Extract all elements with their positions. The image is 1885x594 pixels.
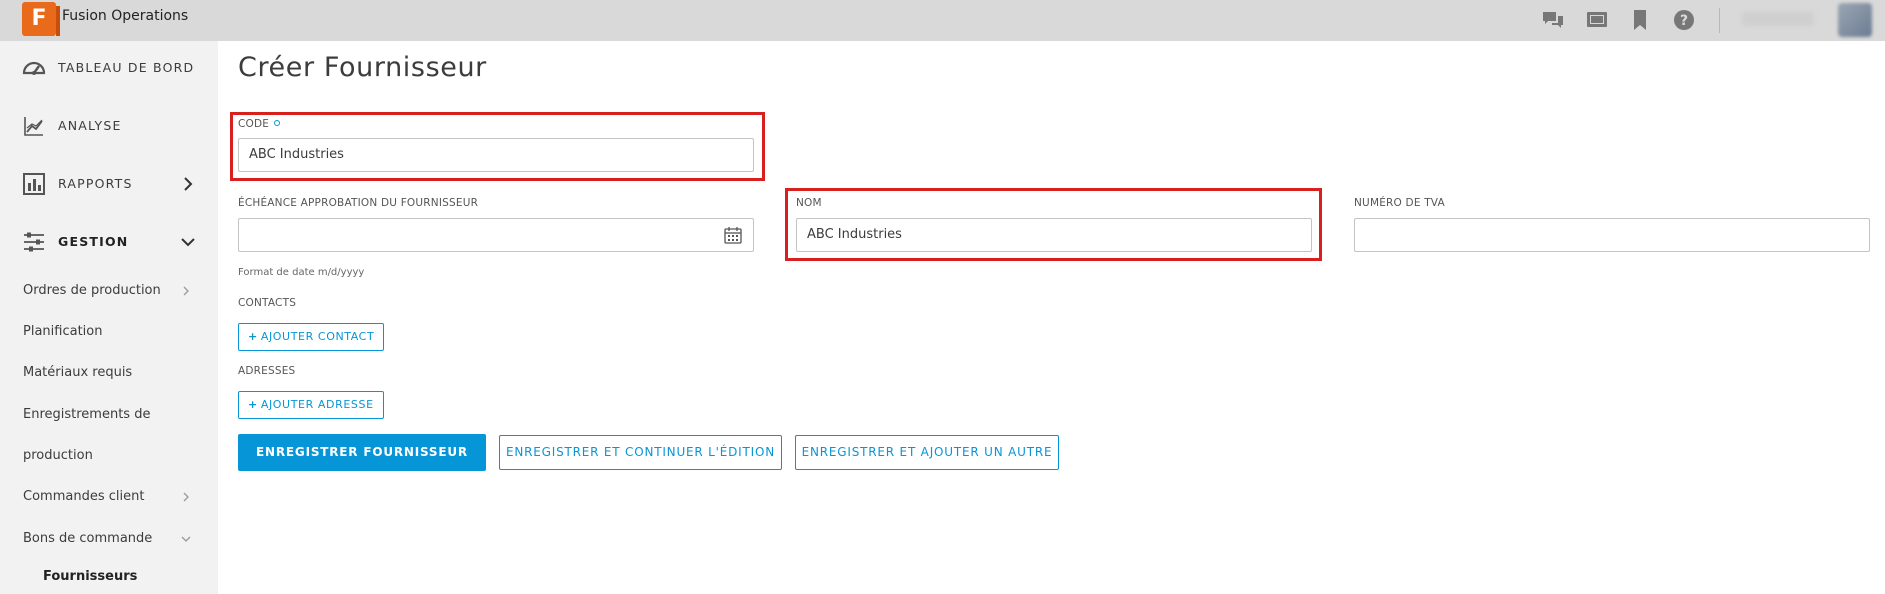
sidebar-item-label: GESTION <box>58 234 129 249</box>
date-format-hint: Format de date m/d/yyyy <box>238 267 365 278</box>
save-supplier-button[interactable]: ENREGISTRER FOURNISSEUR <box>238 434 486 471</box>
chevron-down-icon <box>181 536 191 542</box>
app-logo-icon[interactable]: F <box>22 2 60 36</box>
sidebar-item-dashboard[interactable]: TABLEAU DE BORD <box>0 48 218 88</box>
sidebar-item-management[interactable]: GESTION <box>0 222 218 262</box>
sidebar-item-label: ANALYSE <box>58 118 122 133</box>
calendar-icon[interactable] <box>723 225 743 245</box>
dashboard-icon <box>22 61 46 75</box>
highlight-box <box>785 188 1322 261</box>
plus-icon: + <box>248 330 258 343</box>
sidebar-item-label: TABLEAU DE BORD <box>58 60 195 75</box>
analytics-icon <box>24 117 43 136</box>
app-title: Fusion Operations <box>62 8 189 24</box>
avatar[interactable] <box>1838 3 1872 37</box>
sidebar-item-reports[interactable]: RAPPORTS <box>0 164 218 204</box>
top-bar: F Fusion Operations ? <box>0 0 1885 41</box>
chat-icon[interactable] <box>1541 8 1565 32</box>
vat-label: NUMÉRO DE TVA <box>1354 197 1445 209</box>
deadline-label: ÉCHÉANCE APPROBATION DU FOURNISSEUR <box>238 197 479 209</box>
addresses-label: ADRESSES <box>238 365 296 377</box>
contacts-label: CONTACTS <box>238 297 297 309</box>
add-address-button[interactable]: + AJOUTER ADRESSE <box>238 391 384 419</box>
vat-field[interactable] <box>1354 218 1870 252</box>
sidebar-item-purchase-orders[interactable]: Bons de commande <box>23 531 152 546</box>
chevron-down-icon <box>181 238 195 247</box>
page-title: Créer Fournisseur <box>238 52 487 83</box>
reports-icon <box>23 173 45 195</box>
screen-icon[interactable] <box>1585 8 1609 32</box>
sidebar-item-suppliers[interactable]: Fournisseurs <box>43 569 137 584</box>
user-name[interactable] <box>1742 12 1814 26</box>
sidebar-item-planning[interactable]: Planification <box>23 324 102 339</box>
chevron-right-icon <box>184 177 193 191</box>
chevron-right-icon <box>183 286 189 296</box>
plus-icon: + <box>248 398 258 411</box>
sidebar-item-customer-orders[interactable]: Commandes client <box>23 489 144 504</box>
topbar-divider <box>1719 8 1720 33</box>
sidebar-item-production-records-cont[interactable]: production <box>23 448 93 463</box>
save-add-another-button[interactable]: ENREGISTRER ET AJOUTER UN AUTRE <box>795 435 1059 470</box>
bookmark-icon[interactable] <box>1628 8 1652 32</box>
sidebar: TABLEAU DE BORD ANALYSE RAPPORTS GESTION <box>0 41 218 594</box>
sidebar-item-label: RAPPORTS <box>58 176 133 191</box>
save-continue-button[interactable]: ENREGISTRER ET CONTINUER L'ÉDITION <box>499 435 782 470</box>
sidebar-item-analysis[interactable]: ANALYSE <box>0 106 218 146</box>
add-contact-button[interactable]: + AJOUTER CONTACT <box>238 323 385 351</box>
sidebar-item-production-orders[interactable]: Ordres de production <box>23 283 161 298</box>
help-icon[interactable]: ? <box>1672 8 1696 32</box>
sidebar-item-production-records[interactable]: Enregistrements de <box>23 407 150 422</box>
chevron-right-icon <box>183 492 189 502</box>
deadline-field[interactable] <box>238 218 754 252</box>
svg-text:?: ? <box>1680 13 1688 29</box>
highlight-box <box>230 112 765 181</box>
sidebar-item-required-materials[interactable]: Matériaux requis <box>23 365 132 380</box>
management-icon <box>24 232 44 252</box>
